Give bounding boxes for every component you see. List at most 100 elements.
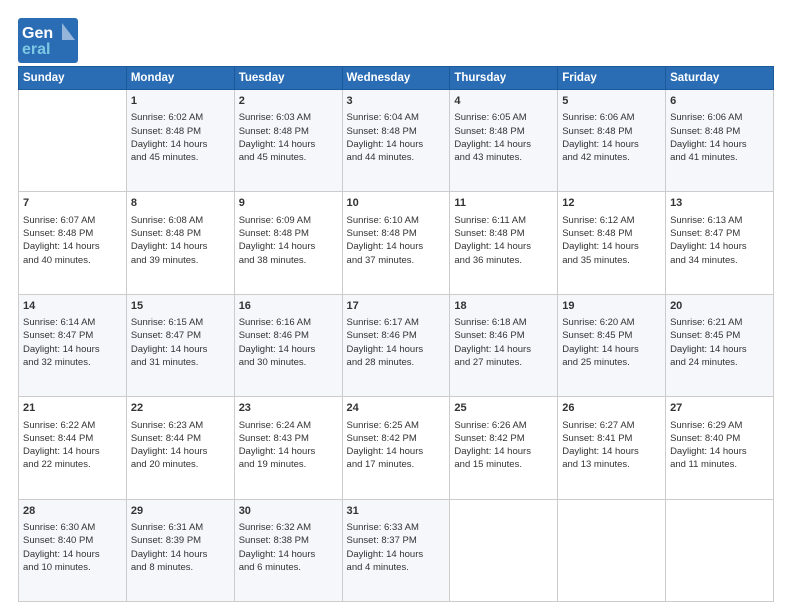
day-number: 26 — [562, 401, 661, 416]
day-info: Sunset: 8:46 PM — [347, 329, 446, 342]
calendar-cell: 29Sunrise: 6:31 AMSunset: 8:39 PMDayligh… — [126, 499, 234, 601]
day-info: Sunrise: 6:09 AM — [239, 214, 338, 227]
day-info: and 45 minutes. — [131, 151, 230, 164]
day-info: Daylight: 14 hours — [562, 240, 661, 253]
calendar-cell: 1Sunrise: 6:02 AMSunset: 8:48 PMDaylight… — [126, 90, 234, 192]
calendar-cell: 31Sunrise: 6:33 AMSunset: 8:37 PMDayligh… — [342, 499, 450, 601]
calendar-cell: 15Sunrise: 6:15 AMSunset: 8:47 PMDayligh… — [126, 294, 234, 396]
day-info: Sunrise: 6:31 AM — [131, 521, 230, 534]
day-info: and 39 minutes. — [131, 254, 230, 267]
header-day: Saturday — [666, 67, 774, 90]
calendar-cell: 27Sunrise: 6:29 AMSunset: 8:40 PMDayligh… — [666, 397, 774, 499]
day-info: Sunrise: 6:03 AM — [239, 111, 338, 124]
day-info: and 10 minutes. — [23, 561, 122, 574]
day-info: Daylight: 14 hours — [562, 445, 661, 458]
day-info: Sunrise: 6:33 AM — [347, 521, 446, 534]
day-number: 9 — [239, 196, 338, 211]
day-info: Sunset: 8:41 PM — [562, 432, 661, 445]
day-info: and 24 minutes. — [670, 356, 769, 369]
day-info: Sunrise: 6:20 AM — [562, 316, 661, 329]
day-info: Sunset: 8:39 PM — [131, 534, 230, 547]
calendar-cell: 20Sunrise: 6:21 AMSunset: 8:45 PMDayligh… — [666, 294, 774, 396]
day-info: Sunrise: 6:02 AM — [131, 111, 230, 124]
header: General — [18, 18, 774, 56]
calendar-week-row: 28Sunrise: 6:30 AMSunset: 8:40 PMDayligh… — [19, 499, 774, 601]
day-info: Sunrise: 6:14 AM — [23, 316, 122, 329]
day-info: Sunrise: 6:21 AM — [670, 316, 769, 329]
day-number: 4 — [454, 94, 553, 109]
day-info: and 34 minutes. — [670, 254, 769, 267]
day-info: Daylight: 14 hours — [347, 240, 446, 253]
calendar-cell: 9Sunrise: 6:09 AMSunset: 8:48 PMDaylight… — [234, 192, 342, 294]
day-number: 21 — [23, 401, 122, 416]
day-info: Daylight: 14 hours — [670, 240, 769, 253]
day-number: 18 — [454, 299, 553, 314]
day-info: and 20 minutes. — [131, 458, 230, 471]
day-info: Daylight: 14 hours — [670, 343, 769, 356]
calendar-cell: 17Sunrise: 6:17 AMSunset: 8:46 PMDayligh… — [342, 294, 450, 396]
day-info: Sunset: 8:47 PM — [131, 329, 230, 342]
day-number: 28 — [23, 504, 122, 519]
calendar-cell: 13Sunrise: 6:13 AMSunset: 8:47 PMDayligh… — [666, 192, 774, 294]
day-number: 3 — [347, 94, 446, 109]
svg-text:eral: eral — [22, 41, 50, 58]
day-info: and 38 minutes. — [239, 254, 338, 267]
day-info: and 30 minutes. — [239, 356, 338, 369]
day-info: Sunset: 8:45 PM — [562, 329, 661, 342]
day-info: Daylight: 14 hours — [347, 548, 446, 561]
day-info: Sunrise: 6:29 AM — [670, 419, 769, 432]
day-info: and 15 minutes. — [454, 458, 553, 471]
day-info: Sunset: 8:40 PM — [670, 432, 769, 445]
day-info: Sunset: 8:38 PM — [239, 534, 338, 547]
day-number: 24 — [347, 401, 446, 416]
day-info: Sunset: 8:43 PM — [239, 432, 338, 445]
day-number: 2 — [239, 94, 338, 109]
day-info: Daylight: 14 hours — [454, 138, 553, 151]
calendar-cell: 16Sunrise: 6:16 AMSunset: 8:46 PMDayligh… — [234, 294, 342, 396]
day-info: Sunset: 8:48 PM — [131, 227, 230, 240]
day-info: Daylight: 14 hours — [239, 548, 338, 561]
day-number: 19 — [562, 299, 661, 314]
day-info: Sunset: 8:48 PM — [239, 125, 338, 138]
day-info: Sunrise: 6:11 AM — [454, 214, 553, 227]
day-number: 15 — [131, 299, 230, 314]
calendar-week-row: 21Sunrise: 6:22 AMSunset: 8:44 PMDayligh… — [19, 397, 774, 499]
day-number: 13 — [670, 196, 769, 211]
day-info: Sunset: 8:46 PM — [454, 329, 553, 342]
day-info: Sunrise: 6:17 AM — [347, 316, 446, 329]
header-day: Monday — [126, 67, 234, 90]
day-info: Sunset: 8:48 PM — [670, 125, 769, 138]
day-info: Daylight: 14 hours — [131, 240, 230, 253]
day-number: 5 — [562, 94, 661, 109]
day-info: Daylight: 14 hours — [347, 138, 446, 151]
day-info: Sunset: 8:42 PM — [347, 432, 446, 445]
day-info: and 41 minutes. — [670, 151, 769, 164]
calendar-cell — [558, 499, 666, 601]
calendar-cell: 2Sunrise: 6:03 AMSunset: 8:48 PMDaylight… — [234, 90, 342, 192]
day-info: and 6 minutes. — [239, 561, 338, 574]
day-number: 30 — [239, 504, 338, 519]
day-info: and 19 minutes. — [239, 458, 338, 471]
day-info: Sunset: 8:48 PM — [562, 125, 661, 138]
day-number: 8 — [131, 196, 230, 211]
logo: General — [18, 18, 70, 56]
day-number: 6 — [670, 94, 769, 109]
calendar-week-row: 1Sunrise: 6:02 AMSunset: 8:48 PMDaylight… — [19, 90, 774, 192]
day-info: Sunset: 8:48 PM — [454, 125, 553, 138]
calendar-cell: 6Sunrise: 6:06 AMSunset: 8:48 PMDaylight… — [666, 90, 774, 192]
day-info: Sunrise: 6:07 AM — [23, 214, 122, 227]
day-info: Sunrise: 6:10 AM — [347, 214, 446, 227]
day-info: Daylight: 14 hours — [131, 343, 230, 356]
day-info: Daylight: 14 hours — [131, 548, 230, 561]
day-number: 25 — [454, 401, 553, 416]
day-number: 16 — [239, 299, 338, 314]
calendar-cell: 19Sunrise: 6:20 AMSunset: 8:45 PMDayligh… — [558, 294, 666, 396]
day-info: Sunrise: 6:05 AM — [454, 111, 553, 124]
day-info: and 44 minutes. — [347, 151, 446, 164]
day-number: 14 — [23, 299, 122, 314]
day-info: and 31 minutes. — [131, 356, 230, 369]
day-info: Sunrise: 6:23 AM — [131, 419, 230, 432]
day-number: 17 — [347, 299, 446, 314]
day-info: and 42 minutes. — [562, 151, 661, 164]
day-info: Daylight: 14 hours — [670, 445, 769, 458]
